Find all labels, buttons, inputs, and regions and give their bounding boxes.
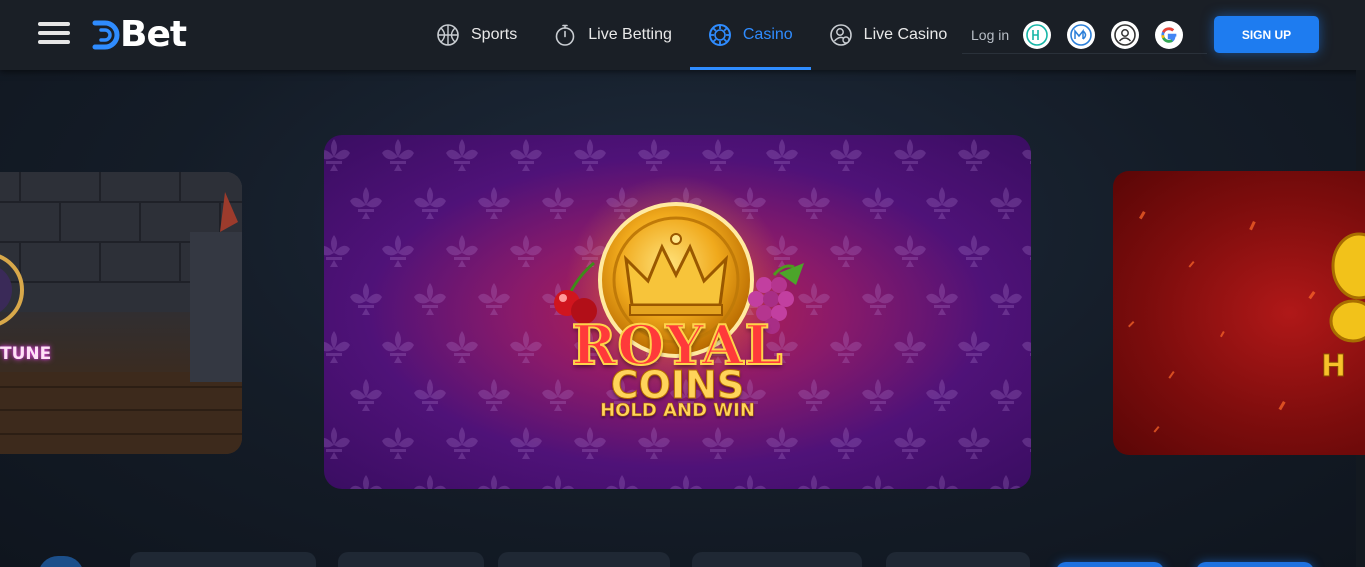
nav-item-live-betting[interactable]: Live Betting [535,0,690,70]
carousel-slide-royal-coins[interactable]: ROYAL COINS HOLD AND WIN [324,135,1031,489]
royal-coin-artwork [554,175,804,395]
sign-up-button[interactable]: SIGN UP [1214,16,1319,53]
logo-mark-icon [92,20,120,50]
site-logo[interactable]: Bet [92,14,187,56]
filter-button[interactable] [1196,562,1314,567]
category-tab[interactable] [338,552,484,567]
user-account-icon[interactable] [1111,20,1140,49]
carousel-slide-previous[interactable]: TUNE [0,172,242,454]
nav-label-live-betting: Live Betting [588,26,672,43]
live-dealer-icon [829,24,852,46]
login-link[interactable]: Log in [971,27,1009,43]
slide-previous-artwork [0,172,242,454]
login-area: Log in [962,16,1208,54]
carousel-slide-next[interactable]: H [1113,171,1365,455]
slide-next-artwork [1128,210,1365,433]
nav-item-live-casino[interactable]: Live Casino [811,0,966,70]
stopwatch-icon [555,24,575,46]
google-icon[interactable] [1155,20,1184,49]
nav-item-casino[interactable]: Casino [689,0,811,70]
category-icon-circle[interactable] [38,556,84,567]
wallet-connect-icon[interactable] [1067,20,1096,49]
metamask-wallet-icon[interactable] [1023,20,1052,49]
slide-previous-title: TUNE [0,344,52,364]
nav-label-casino: Casino [742,26,793,43]
casino-chip-icon [708,24,731,46]
main-nav: Sports Live Betting Casino Live Casino [418,0,965,70]
game-subtitle-hold-and-win: HOLD AND WIN [600,400,755,422]
slide-next-title: H [1320,349,1347,385]
nav-label-sports: Sports [471,26,518,43]
category-tab[interactable] [886,552,1030,567]
category-tab[interactable] [692,552,862,567]
menu-icon[interactable] [38,22,70,48]
top-navigation-bar: Bet Sports Live Betting Casino Live Casi… [0,0,1365,70]
nav-item-sports[interactable]: Sports [418,0,535,70]
filter-button[interactable] [1056,562,1164,567]
nav-label-live-casino: Live Casino [863,26,948,43]
basketball-icon [437,24,459,46]
category-tab[interactable] [498,552,670,567]
logo-text: Bet [120,14,187,55]
category-tab[interactable] [130,552,316,567]
